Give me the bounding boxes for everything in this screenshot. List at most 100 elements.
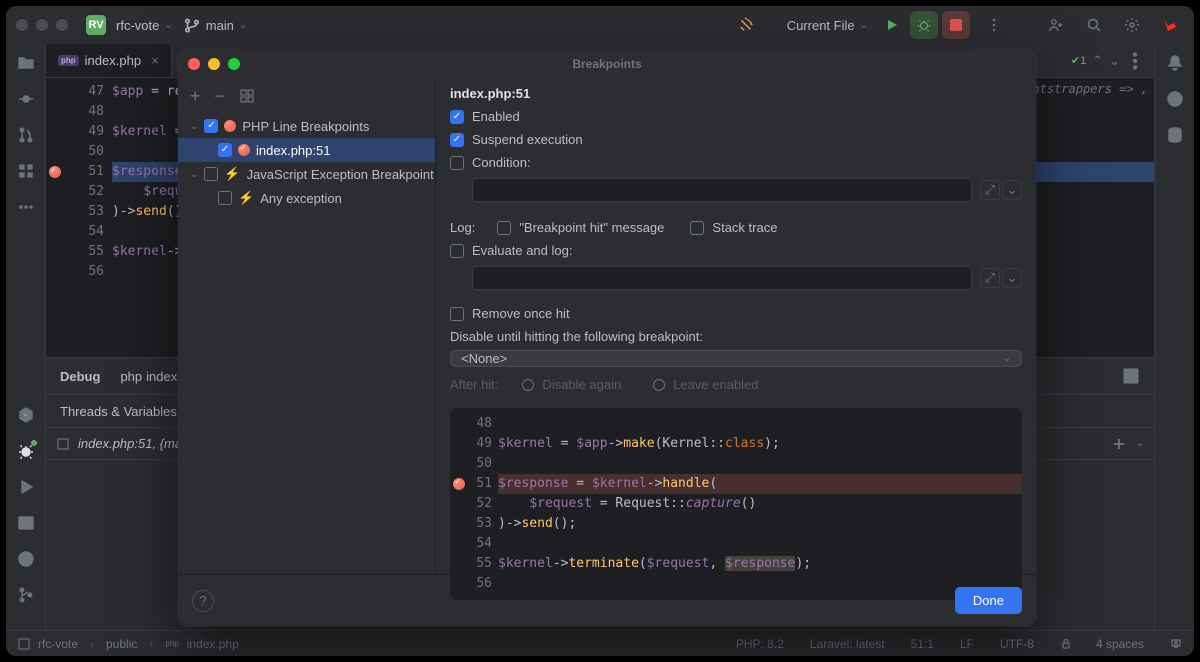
add-watch-icon[interactable] <box>1110 435 1128 453</box>
history-dropdown-icon[interactable]: ⌄ <box>1002 180 1022 200</box>
crumb-file[interactable]: index.php <box>187 637 239 651</box>
tree-item-any-exception[interactable]: ⚡ Any exception <box>178 186 435 210</box>
project-dropdown[interactable]: rfc-vote ⌄ <box>116 18 173 33</box>
crumb-project[interactable]: rfc-vote <box>38 637 78 651</box>
log-message-checkbox[interactable] <box>497 221 511 235</box>
remove-breakpoint-button[interactable]: − <box>215 86 226 107</box>
tree-item-index-51[interactable]: index.php:51 <box>178 138 435 162</box>
indent-setting[interactable]: 4 spaces <box>1096 637 1144 651</box>
breakpoints-tree-panel: + − ⌄ PHP Line Breakpoints index.php:51 <box>178 78 436 574</box>
more-icon[interactable] <box>17 198 35 216</box>
exception-icon: ⚡ <box>224 166 240 182</box>
expand-icon[interactable]: ⤢ <box>980 268 1000 288</box>
settings-heading: index.php:51 <box>450 86 1022 101</box>
stack-trace-checkbox[interactable] <box>690 221 704 235</box>
line-ending[interactable]: LF <box>960 637 974 651</box>
breakpoint-gutter[interactable] <box>46 78 64 357</box>
branch-dropdown[interactable]: main ⌄ <box>183 16 248 34</box>
evaluate-checkbox[interactable] <box>450 244 464 258</box>
commit-icon[interactable] <box>17 90 35 108</box>
dialog-maximize-icon[interactable] <box>228 58 240 70</box>
dialog-titlebar[interactable]: Breakpoints <box>178 50 1036 78</box>
database-icon[interactable] <box>1166 126 1184 144</box>
evaluate-input[interactable] <box>472 266 972 290</box>
nav-up-icon[interactable]: ⌃ <box>1092 53 1103 69</box>
group-checkbox[interactable] <box>204 119 218 133</box>
play-icon <box>885 18 899 32</box>
nav-down-icon[interactable]: ⌄ <box>1109 53 1120 69</box>
maximize-window-icon[interactable] <box>56 19 68 31</box>
help-button[interactable]: ? <box>192 590 214 612</box>
code-with-me-button[interactable] <box>1042 11 1070 39</box>
run-button[interactable] <box>878 11 906 39</box>
group-by-icon[interactable] <box>239 88 255 104</box>
notifications-icon[interactable] <box>1166 54 1184 72</box>
cursor-position[interactable]: 51:1 <box>911 637 934 651</box>
encoding[interactable]: UTF-8 <box>1000 637 1034 651</box>
suspend-checkbox[interactable] <box>450 133 464 147</box>
titlebar: RV rfc-vote ⌄ main ⌄ Current File ⌄ <box>6 6 1194 44</box>
inspection-status[interactable]: ✔1 <box>1071 54 1086 67</box>
tree-group-js[interactable]: ⌄ ⚡ JavaScript Exception Breakpoint <box>178 162 435 186</box>
item-checkbox[interactable] <box>218 143 232 157</box>
enabled-checkbox[interactable] <box>450 110 464 124</box>
disable-until-select[interactable]: <None> ⌄ <box>450 350 1022 367</box>
window-controls[interactable] <box>16 19 68 31</box>
debug-button[interactable] <box>910 11 938 39</box>
frame-icon <box>56 437 70 451</box>
debug-tab[interactable]: Debug <box>60 369 100 384</box>
search-icon <box>1086 17 1102 33</box>
more-actions-button[interactable] <box>980 11 1008 39</box>
vcs-icon[interactable] <box>17 586 35 604</box>
after-hit-leave-radio <box>653 379 665 391</box>
branch-name-label: main <box>206 18 234 33</box>
close-window-icon[interactable] <box>16 19 28 31</box>
collapse-icon[interactable]: ⌄ <box>190 169 198 180</box>
run-tool-icon[interactable] <box>17 478 35 496</box>
php-file-icon: php <box>58 55 79 66</box>
pull-requests-icon[interactable] <box>17 126 35 144</box>
run-config-dropdown[interactable]: Current File ⌄ <box>787 18 868 33</box>
tree-group-php[interactable]: ⌄ PHP Line Breakpoints <box>178 114 435 138</box>
close-tab-icon[interactable]: × <box>151 53 159 68</box>
php-version[interactable]: PHP: 8.2 <box>736 637 784 651</box>
chevron-down-icon[interactable]: ⌄ <box>1136 438 1144 449</box>
folder-icon[interactable] <box>17 54 35 72</box>
terminal-icon[interactable] <box>17 514 35 532</box>
chevron-down-icon: ⌄ <box>1003 353 1011 364</box>
breakpoints-tree[interactable]: ⌄ PHP Line Breakpoints index.php:51 ⌄ ⚡ <box>178 114 435 574</box>
dialog-close-icon[interactable] <box>188 58 200 70</box>
group-checkbox[interactable] <box>204 167 218 181</box>
structure-icon[interactable] <box>17 162 35 180</box>
tab-menu-icon[interactable] <box>1126 52 1144 70</box>
stop-button[interactable] <box>942 11 970 39</box>
dialog-minimize-icon[interactable] <box>208 58 220 70</box>
condition-checkbox[interactable] <box>450 156 464 170</box>
services-icon[interactable] <box>17 406 35 424</box>
person-icon <box>1048 17 1064 33</box>
settings-button[interactable] <box>1118 11 1146 39</box>
layout-icon[interactable] <box>1122 367 1140 385</box>
breakpoint-marker[interactable] <box>49 166 61 178</box>
expand-icon[interactable]: ⤢ <box>980 180 1000 200</box>
crumb-folder[interactable]: public <box>106 637 137 651</box>
item-checkbox[interactable] <box>218 191 232 205</box>
remove-once-checkbox[interactable] <box>450 307 464 321</box>
readonly-icon[interactable] <box>1060 638 1072 650</box>
done-button[interactable]: Done <box>955 587 1022 614</box>
history-dropdown-icon[interactable]: ⌄ <box>1002 268 1022 288</box>
code-preview: 48 49 50 51 52 53 54 55 56 $kernel = $ap… <box>450 408 1022 600</box>
problems-icon[interactable] <box>17 550 35 568</box>
inspections-icon[interactable] <box>737 16 755 34</box>
ai-icon[interactable] <box>1166 90 1184 108</box>
search-button[interactable] <box>1080 11 1108 39</box>
reader-mode-icon[interactable] <box>1170 638 1182 650</box>
debug-session-tab[interactable]: phpindex. <box>120 369 180 384</box>
chevron-down-icon: ⌄ <box>860 20 868 31</box>
collapse-icon[interactable]: ⌄ <box>190 121 198 132</box>
add-breakpoint-button[interactable]: + <box>190 86 201 107</box>
laravel-version[interactable]: Laravel: latest <box>810 637 885 651</box>
condition-input[interactable] <box>472 178 972 202</box>
minimize-window-icon[interactable] <box>36 19 48 31</box>
tab-index-php[interactable]: php index.php × <box>46 44 172 77</box>
